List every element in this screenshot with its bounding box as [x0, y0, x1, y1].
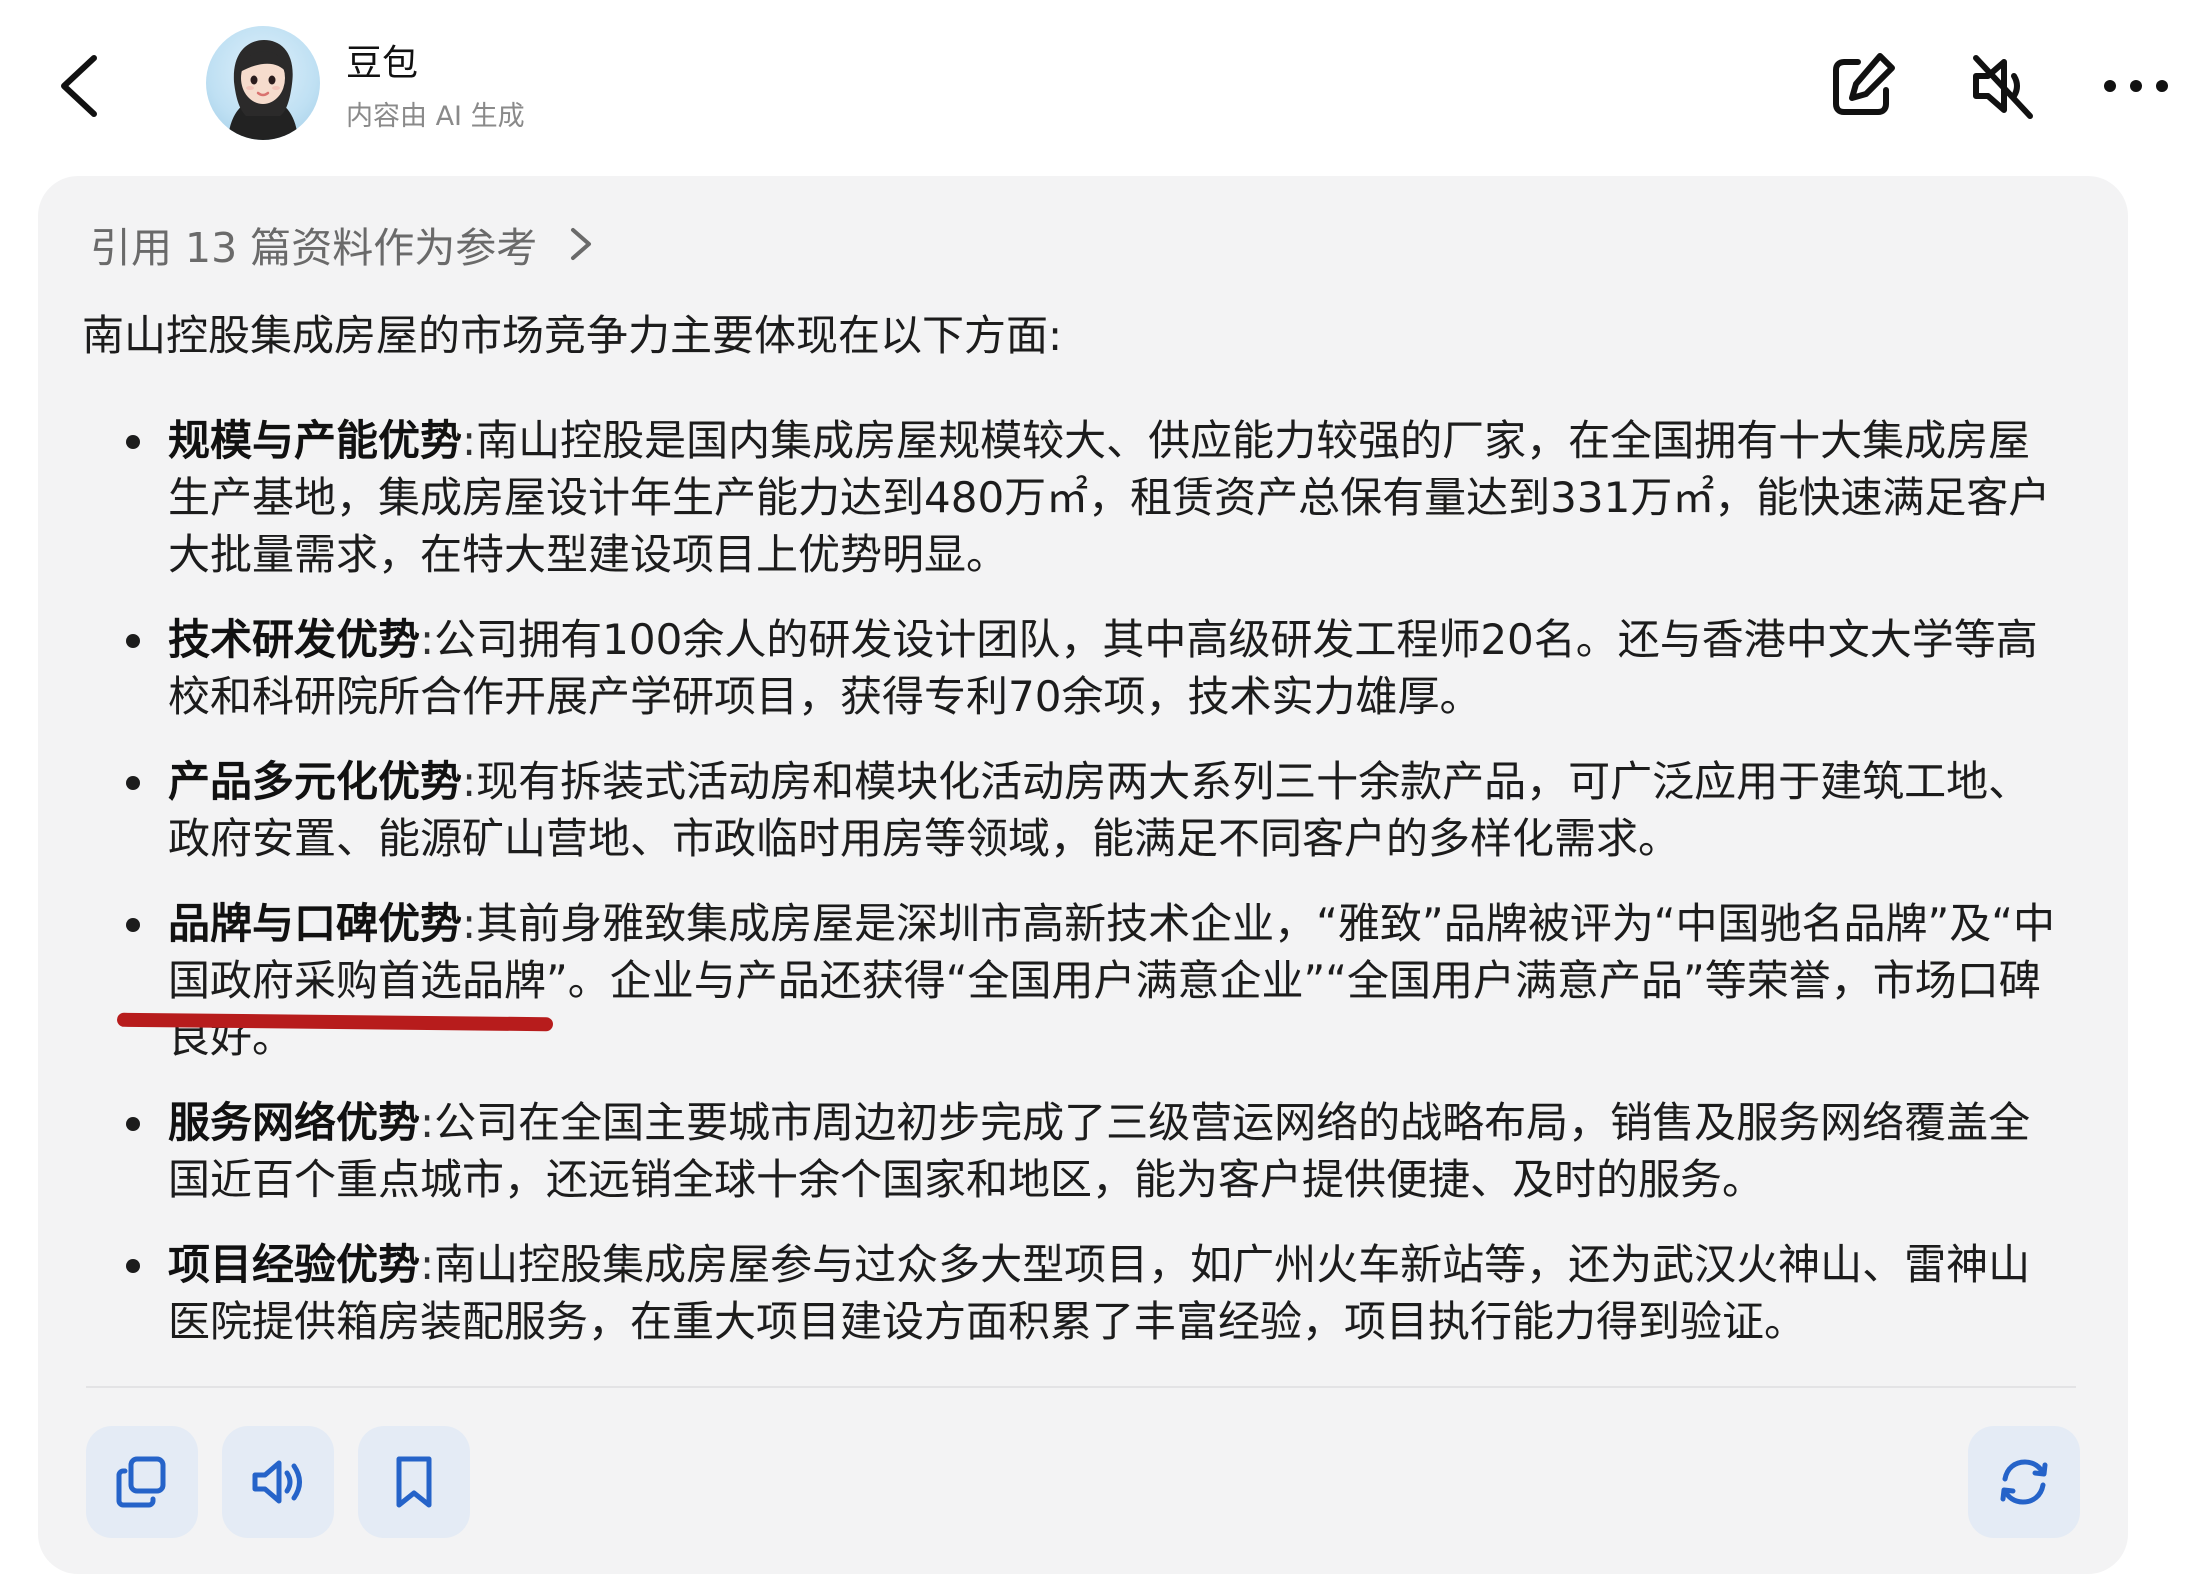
regenerate-button[interactable]	[1968, 1426, 2080, 1538]
advantage-title: 规模与产能优势	[168, 416, 463, 465]
advantages-list: 规模与产能优势:南山控股是国内集成房屋规模较大、供应能力较强的厂家，在全国拥有十…	[82, 412, 2122, 1378]
list-item: 技术研发优势:公司拥有100余人的研发设计团队，其中高级研发工程师20名。还与香…	[82, 611, 2072, 725]
divider	[86, 1386, 2076, 1388]
bookmark-button[interactable]	[358, 1426, 470, 1538]
advantage-title: 服务网络优势	[168, 1098, 421, 1147]
list-item: 项目经验优势:南山控股集成房屋参与过众多大型项目，如广州火车新站等，还为武汉火神…	[82, 1236, 2072, 1350]
separator: :	[462, 757, 477, 806]
separator: :	[420, 1240, 435, 1289]
references-link[interactable]: 引用 13 篇资料作为参考	[90, 214, 599, 274]
read-aloud-button[interactable]	[222, 1426, 334, 1538]
copy-icon	[116, 1456, 166, 1508]
references-label: 引用 13 篇资料作为参考	[90, 224, 538, 272]
bot-name: 豆包	[346, 43, 419, 84]
regenerate-icon	[2000, 1459, 2048, 1505]
separator: :	[462, 899, 477, 948]
more-icon	[2104, 80, 2168, 92]
edit-icon	[1833, 53, 1895, 115]
edit-button[interactable]	[1822, 46, 1902, 126]
advantage-title: 产品多元化优势	[168, 757, 463, 806]
advantage-title: 技术研发优势	[168, 615, 421, 664]
separator: :	[420, 1098, 435, 1147]
bullet-icon	[126, 918, 140, 932]
mute-button[interactable]	[1962, 46, 2042, 126]
bullet-icon	[126, 776, 140, 790]
separator: :	[462, 416, 477, 465]
list-item: 品牌与口碑优势:其前身雅致集成房屋是深圳市高新技术企业，“雅致”品牌被评为“中国…	[82, 895, 2072, 1066]
copy-button[interactable]	[86, 1426, 198, 1538]
bullet-icon	[126, 1117, 140, 1131]
avatar-portrait	[228, 40, 298, 140]
list-item: 规模与产能优势:南山控股是国内集成房屋规模较大、供应能力较强的厂家，在全国拥有十…	[82, 412, 2072, 583]
ai-generated-label: 内容由 AI 生成	[346, 101, 525, 132]
advantage-title: 品牌与口碑优势	[168, 899, 463, 948]
bullet-icon	[126, 435, 140, 449]
list-item: 服务网络优势:公司在全国主要城市周边初步完成了三级营运网络的战略布局，销售及服务…	[82, 1094, 2072, 1208]
bookmark-icon	[396, 1456, 432, 1508]
advantage-body: 公司在全国主要城市周边初步完成了三级营运网络的战略布局，销售及服务网络覆盖全国近…	[168, 1098, 2031, 1204]
advantage-body: 南山控股集成房屋参与过众多大型项目，如广州火车新站等，还为武汉火神山、雷神山医院…	[168, 1240, 2031, 1346]
list-item: 产品多元化优势:现有拆装式活动房和模块化活动房两大系列三十余款产品，可广泛应用于…	[82, 753, 2072, 867]
avatar[interactable]	[206, 26, 320, 140]
advantage-title: 项目经验优势	[168, 1240, 421, 1289]
back-button[interactable]	[48, 44, 118, 124]
separator: :	[420, 615, 435, 664]
answer-card: 引用 13 篇资料作为参考 南山控股集成房屋的市场竞争力主要体现在以下方面: 规…	[38, 176, 2128, 1574]
bullet-icon	[126, 634, 140, 648]
chevron-right-icon	[571, 228, 592, 260]
mute-icon	[1973, 55, 2033, 119]
advantage-body: 公司拥有100余人的研发设计团队，其中高级研发工程师20名。还与香港中文大学等高…	[168, 615, 2038, 721]
speaker-icon	[252, 1460, 302, 1504]
bullet-icon	[126, 1259, 140, 1273]
back-icon	[61, 55, 97, 117]
more-button[interactable]	[2096, 46, 2176, 126]
chat-header: 豆包 内容由 AI 生成	[0, 0, 2185, 170]
answer-intro: 南山控股集成房屋的市场竞争力主要体现在以下方面:	[82, 311, 1063, 360]
